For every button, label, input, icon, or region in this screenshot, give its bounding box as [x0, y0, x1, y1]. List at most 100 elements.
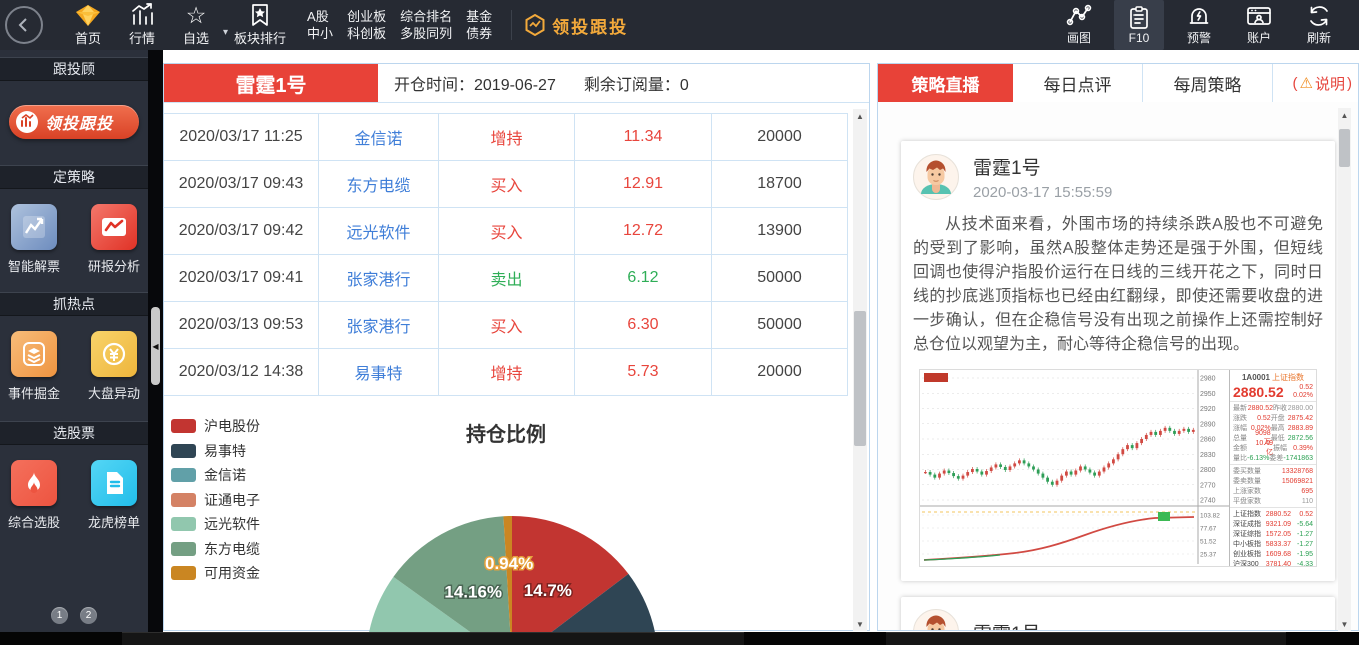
table-row[interactable]: 2020/03/13 09:53张家港行买入6.3050000 [164, 302, 848, 349]
sidebar-collapse-handle[interactable]: ◀ [151, 307, 160, 385]
note-paren: ) [1347, 75, 1352, 92]
nav-group-bottom[interactable]: 中小 [307, 25, 333, 42]
legend-item[interactable]: 证通电子 [171, 488, 260, 513]
star-icon: ☆ [186, 3, 207, 27]
follow-invest-cta-button[interactable]: 领投跟投 [9, 105, 139, 139]
trade-action: 增持 [439, 349, 575, 395]
strategy-tab[interactable]: 雷霆1号 [164, 64, 378, 102]
legend-item[interactable]: 东方电缆 [171, 537, 260, 562]
sidebar-item-smart-analysis[interactable]: 智能解票 [2, 204, 66, 275]
note-label: 说明 [1315, 73, 1345, 94]
table-row[interactable]: 2020/03/17 11:25金信诺增持11.3420000 [164, 114, 848, 161]
sidebar-item-stock-pick[interactable]: 综合选股 [2, 460, 66, 531]
svg-text:2980: 2980 [1200, 376, 1216, 383]
svg-text:2800: 2800 [1200, 467, 1216, 474]
svg-text:77.67: 77.67 [1200, 526, 1217, 533]
tab-每周策略[interactable]: 每周策略 [1143, 64, 1273, 102]
nav-group-bottom[interactable]: 科创板 [347, 25, 386, 42]
nav-group-top[interactable]: A股 [307, 8, 333, 25]
quote-row: 涨跌0.52开盘2875.42 [1233, 413, 1313, 423]
account-icon [1246, 4, 1272, 28]
nav-group: 基金债券 [466, 8, 492, 42]
index-row: 中小板指5833.37-1.27 [1233, 539, 1313, 549]
nav-group-top[interactable]: 综合排名 [400, 8, 452, 25]
nav-item-label: 首页 [75, 28, 101, 47]
trade-quantity: 13900 [712, 208, 848, 254]
pagination-dot[interactable]: 1 [51, 607, 68, 624]
nav-item-刷新[interactable]: 刷新 [1294, 0, 1344, 50]
tab-策略直播[interactable]: 策略直播 [878, 64, 1013, 102]
back-button[interactable] [5, 6, 43, 44]
strategy-header: 雷霆1号 开仓时间：2019-06-27 剩余订阅量：0 [164, 64, 869, 103]
embedded-chart-image[interactable]: 298029502920289028602830280027702740103.… [919, 369, 1317, 567]
stock-name-link[interactable]: 东方电缆 [319, 161, 439, 207]
nav-item-bookmark-star[interactable]: 板块排行 [234, 0, 286, 50]
nav-item-star[interactable]: ☆自选 [171, 0, 221, 50]
sidebar-section-title: 跟投顾 [0, 57, 148, 81]
legend-item[interactable]: 可用资金 [171, 561, 260, 586]
legend-item[interactable]: 金信诺 [171, 463, 260, 488]
table-row[interactable]: 2020/03/17 09:43东方电缆买入12.9118700 [164, 161, 848, 208]
nav-item-账户[interactable]: 账户 [1234, 0, 1284, 50]
stock-name-link[interactable]: 易事特 [319, 349, 439, 395]
draw-icon [1066, 4, 1092, 28]
nav-group-top[interactable]: 基金 [466, 8, 492, 25]
table-row[interactable]: 2020/03/12 14:38易事特增持5.7320000 [164, 349, 848, 396]
nav-item-预警[interactable]: 预警 [1174, 0, 1224, 50]
sidebar-item-market-move[interactable]: 大盘异动 [82, 331, 146, 402]
stock-name-link[interactable]: 张家港行 [319, 255, 439, 301]
sidebar-item-event-mining[interactable]: 事件掘金 [2, 331, 66, 402]
quote-index-name: 上证指数 [1272, 373, 1304, 382]
table-row[interactable]: 2020/03/17 09:41张家港行卖出6.1250000 [164, 255, 848, 302]
note-link[interactable]: (⚠说明) [1293, 64, 1352, 102]
nav-item-diamond[interactable]: 首页 [63, 0, 113, 50]
scroll-down-arrow[interactable]: ▼ [1338, 617, 1351, 631]
quote-row: 金额10.49亿振幅0.39% [1233, 443, 1313, 453]
sidebar-item-report-analysis[interactable]: 研报分析 [82, 204, 146, 275]
nav-item-market-chart[interactable]: 行情 [117, 0, 167, 50]
right-panel: 策略直播每日点评每周策略(⚠说明) 雷霆1号2020-03-17 15:55:5… [877, 63, 1359, 631]
right-scrollbar[interactable]: ▲ ▼ [1338, 108, 1351, 631]
chevron-down-icon[interactable]: ▾ [223, 27, 228, 38]
nav-item-f10[interactable]: F10 [1114, 0, 1164, 50]
quote-row: 量比-6.13%委差-1741863 [1233, 453, 1313, 463]
right-scrollbar-thumb[interactable] [1339, 129, 1350, 167]
tab-每日点评[interactable]: 每日点评 [1013, 64, 1143, 102]
scroll-down-arrow[interactable]: ▼ [853, 617, 867, 631]
sidebar-item-label: 大盘异动 [88, 383, 140, 402]
legend-label: 可用资金 [204, 563, 260, 583]
nav-item-画图[interactable]: 画图 [1054, 0, 1104, 50]
stock-name-link[interactable]: 金信诺 [319, 114, 439, 160]
trade-price: 12.91 [575, 161, 712, 207]
quote-code: 1A0001 [1242, 373, 1270, 382]
nav-group-bottom[interactable]: 债券 [466, 25, 492, 42]
trades-table: 2020/03/17 11:25金信诺增持11.34200002020/03/1… [164, 113, 848, 396]
svg-text:103.82: 103.82 [1200, 513, 1220, 520]
back-arrow-icon [16, 17, 32, 33]
f10-icon [1128, 6, 1150, 30]
legend-item[interactable]: 远光软件 [171, 512, 260, 537]
main-scrollbar[interactable]: ▲ ▼ [853, 109, 867, 631]
stock-name-link[interactable]: 张家港行 [319, 302, 439, 348]
nav-group-top[interactable]: 创业板 [347, 8, 386, 25]
scroll-up-arrow[interactable]: ▲ [853, 109, 867, 123]
nav-group-bottom[interactable]: 多股同列 [400, 25, 452, 42]
trade-action: 卖出 [439, 255, 575, 301]
trade-quantity: 20000 [712, 114, 848, 160]
trade-price: 6.30 [575, 302, 712, 348]
nav-item-label: 预警 [1187, 29, 1211, 46]
table-row[interactable]: 2020/03/17 09:42远光软件买入12.7213900 [164, 208, 848, 255]
sidebar-section-title: 定策略 [0, 165, 148, 189]
sidebar-item-ranking-list[interactable]: 龙虎榜单 [82, 460, 146, 531]
stock-name-link[interactable]: 远光软件 [319, 208, 439, 254]
sidebar-feature-grid: 智能解票研报分析 [0, 189, 148, 275]
trade-quantity: 50000 [712, 302, 848, 348]
post-content: 从技术面来看，外围市场的持续杀跌A股也不可避免的受到了影响，虽然A股整体走势还是… [913, 213, 1323, 357]
pagination-dot[interactable]: 2 [80, 607, 97, 624]
legend-item[interactable]: 沪电股份 [171, 414, 260, 439]
legend-swatch [171, 566, 196, 580]
sidebar-item-label: 综合选股 [8, 512, 60, 531]
legend-item[interactable]: 易事特 [171, 439, 260, 464]
scroll-up-arrow[interactable]: ▲ [1338, 108, 1351, 122]
main-scrollbar-thumb[interactable] [854, 311, 866, 446]
